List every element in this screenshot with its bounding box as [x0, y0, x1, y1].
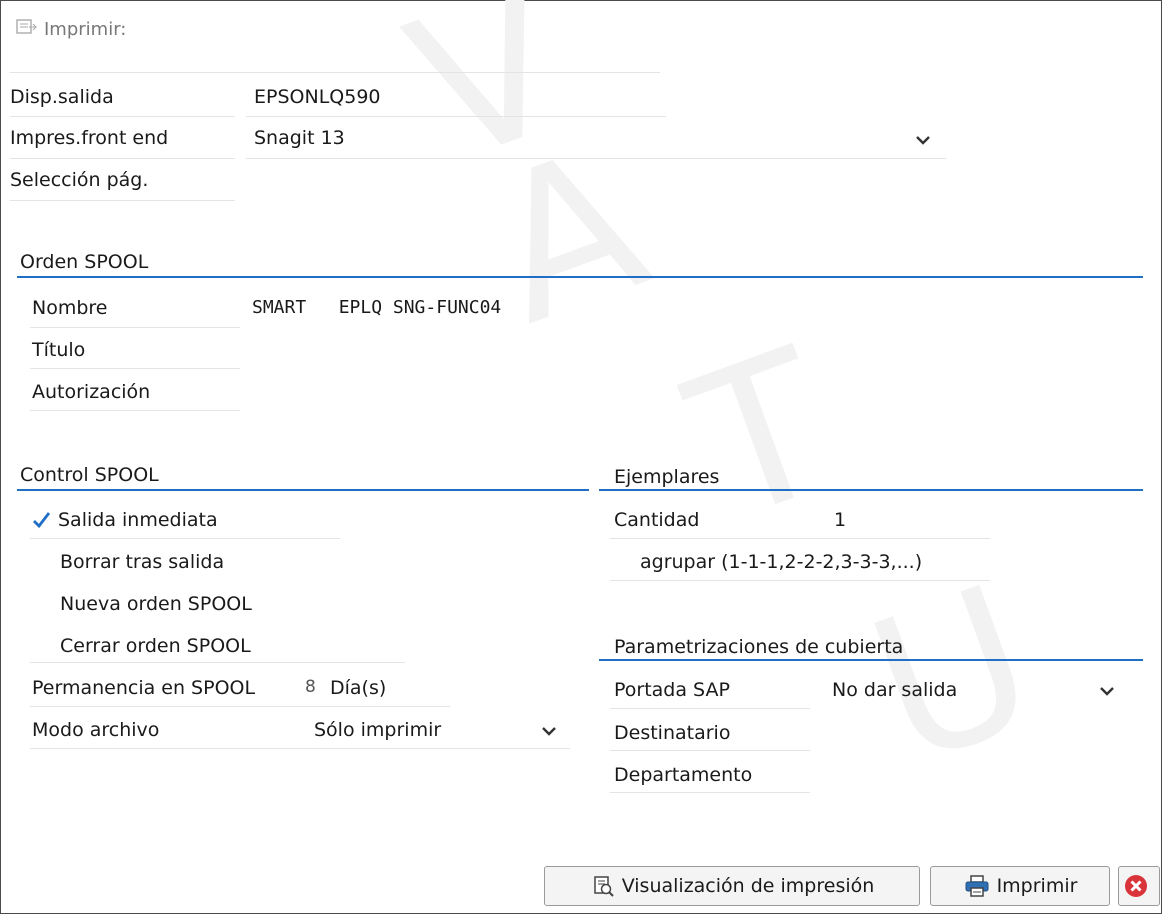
- print-button[interactable]: Imprimir: [930, 866, 1110, 906]
- spool-control-heading: Control SPOOL: [20, 464, 159, 486]
- page-selection-label: Selección pág.: [10, 169, 149, 191]
- underline: [246, 158, 946, 159]
- underline: [10, 200, 235, 201]
- copies-heading: Ejemplares: [614, 466, 720, 488]
- underline: [30, 706, 450, 707]
- chevron-down-icon[interactable]: [538, 723, 560, 739]
- print-dialog: [0, 0, 1162, 914]
- archive-mode-label: Modo archivo: [32, 719, 160, 741]
- print-doc-icon: [16, 18, 38, 40]
- quantity-label: Cantidad: [614, 509, 700, 531]
- underline: [10, 116, 235, 117]
- authorization-label: Autorización: [32, 381, 151, 403]
- retention-field[interactable]: 8: [305, 677, 316, 697]
- print-preview-label: Visualización de impresión: [621, 875, 875, 897]
- checkmark-icon: [33, 512, 51, 529]
- department-label: Departamento: [614, 764, 753, 786]
- device-field[interactable]: EPSONLQ590: [254, 86, 381, 108]
- cover-heading: Parametrizaciones de cubierta: [614, 636, 904, 658]
- underline: [30, 538, 340, 539]
- spool-order-heading: Orden SPOOL: [20, 251, 149, 273]
- chevron-down-icon[interactable]: [912, 132, 934, 148]
- recipient-label: Destinatario: [614, 722, 731, 744]
- underline: [30, 410, 240, 411]
- close-spool-request-checkbox[interactable]: Cerrar orden SPOOL: [60, 635, 251, 657]
- underline: [30, 662, 405, 663]
- underline: [30, 327, 240, 328]
- print-label: Imprimir: [996, 875, 1078, 897]
- sap-cover-label: Portada SAP: [614, 679, 730, 701]
- immediate-output-checkbox[interactable]: Salida inmediata: [32, 509, 218, 531]
- quantity-field[interactable]: 1: [834, 509, 846, 531]
- archive-mode-select[interactable]: Sólo imprimir: [314, 719, 441, 741]
- dialog-title-text: Imprimir:: [44, 18, 127, 40]
- section-divider: [17, 276, 1143, 278]
- sap-cover-select[interactable]: No dar salida: [832, 679, 957, 701]
- underline: [10, 158, 235, 159]
- section-divider: [17, 489, 589, 491]
- frontend-label: Impres.front end: [10, 127, 169, 149]
- retention-label: Permanencia en SPOOL: [32, 677, 256, 699]
- underline: [610, 792, 810, 793]
- retention-unit: Día(s): [330, 677, 387, 699]
- name-label: Nombre: [32, 297, 108, 319]
- underline: [610, 750, 810, 751]
- title-underline: [10, 72, 660, 73]
- underline: [30, 368, 240, 369]
- printer-icon: [965, 875, 989, 897]
- underline: [610, 708, 810, 709]
- dialog-title: Imprimir:: [16, 18, 126, 40]
- print-preview-icon: [593, 876, 614, 897]
- device-label: Disp.salida: [10, 86, 114, 108]
- title-label: Título: [32, 339, 86, 361]
- close-icon: [1125, 875, 1147, 897]
- underline: [610, 580, 990, 581]
- immediate-output-label: Salida inmediata: [58, 509, 218, 531]
- print-preview-button[interactable]: Visualización de impresión: [544, 866, 920, 906]
- section-divider: [599, 659, 1143, 661]
- collate-checkbox[interactable]: agrupar (1-1-1,2-2-2,3-3-3,...): [640, 551, 922, 573]
- underline: [30, 748, 570, 749]
- underline: [610, 538, 990, 539]
- name-field[interactable]: SMART EPLQ SNG-FUNC04: [252, 297, 501, 318]
- cancel-button[interactable]: [1118, 866, 1160, 906]
- underline: [246, 116, 666, 117]
- delete-after-output-checkbox[interactable]: Borrar tras salida: [60, 551, 224, 573]
- new-spool-request-checkbox[interactable]: Nueva orden SPOOL: [60, 593, 252, 615]
- chevron-down-icon[interactable]: [1096, 683, 1118, 699]
- frontend-select[interactable]: Snagit 13: [254, 127, 345, 149]
- section-divider: [599, 489, 1143, 491]
